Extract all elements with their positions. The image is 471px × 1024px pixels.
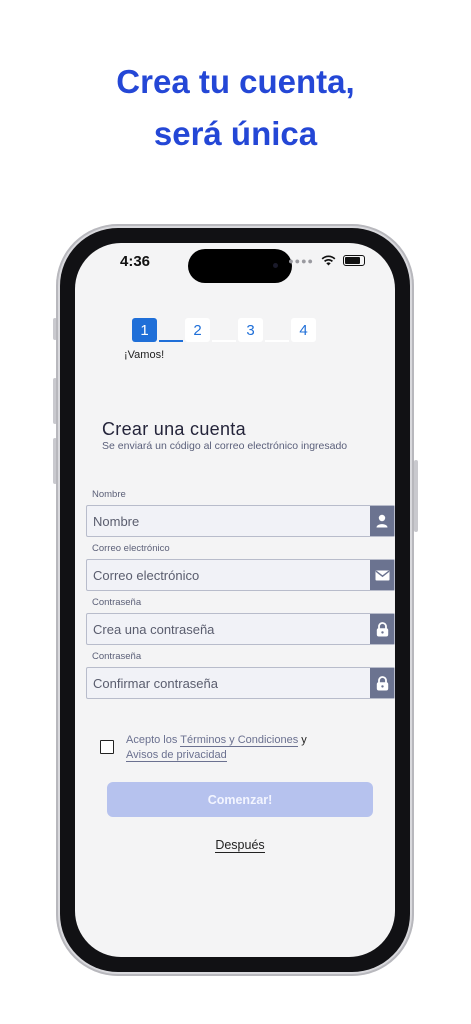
email-label: Correo electrónico	[92, 543, 170, 554]
stepper: 1 2 3 4	[132, 318, 316, 342]
step-3: 3	[238, 318, 263, 342]
password-field	[86, 613, 395, 645]
step-connector-2	[212, 326, 236, 342]
camera-dot	[273, 263, 278, 268]
terms-text: Acepto los Términos y Condiciones y Avis…	[126, 733, 307, 763]
name-field	[86, 505, 395, 537]
form-title: Crear una cuenta	[102, 419, 246, 439]
phone-frame: 4:36 ●●●● 1 2 3 4 ¡Vamos! Crear una cuen…	[56, 224, 414, 976]
lock-icon	[370, 614, 394, 644]
terms-link[interactable]: Términos y Condiciones	[180, 734, 299, 747]
headline-line-2: será única	[153, 115, 318, 152]
email-input[interactable]	[87, 560, 370, 590]
mail-icon	[370, 560, 394, 590]
password-input[interactable]	[87, 614, 370, 644]
confirm-password-label: Contraseña	[92, 651, 142, 662]
later-link[interactable]: Después	[215, 838, 265, 853]
name-label: Nombre	[92, 489, 126, 500]
name-input[interactable]	[87, 506, 370, 536]
terms-prefix: Acepto los	[126, 734, 178, 746]
step-connector-1	[159, 326, 183, 342]
step-4: 4	[291, 318, 316, 342]
status-time: 4:36	[120, 253, 151, 270]
later-row: Después	[75, 838, 395, 853]
lock-icon	[370, 668, 394, 698]
start-button[interactable]: Comenzar!	[107, 782, 373, 817]
terms-checkbox[interactable]	[100, 740, 114, 754]
phone-bezel: 4:36 ●●●● 1 2 3 4 ¡Vamos! Crear una cuen…	[60, 228, 410, 972]
phone-power-button	[414, 460, 418, 532]
email-field	[86, 559, 395, 591]
status-icons: ●●●●	[288, 255, 365, 266]
terms-connector: y	[301, 734, 307, 746]
cellular-icon: ●●●●	[288, 255, 314, 266]
wifi-icon	[321, 255, 336, 266]
phone-screen: 4:36 ●●●● 1 2 3 4 ¡Vamos! Crear una cuen…	[75, 243, 395, 957]
headline: Crea tu cuenta, será única	[0, 56, 471, 160]
confirm-password-input[interactable]	[87, 668, 370, 698]
step-caption: ¡Vamos!	[124, 349, 165, 361]
battery-icon	[343, 255, 365, 266]
step-2: 2	[185, 318, 210, 342]
password-label: Contraseña	[92, 597, 142, 608]
step-1: 1	[132, 318, 157, 342]
headline-line-1: Crea tu cuenta,	[116, 63, 355, 100]
confirm-password-field	[86, 667, 395, 699]
privacy-link[interactable]: Avisos de privacidad	[126, 749, 227, 762]
user-icon	[370, 506, 394, 536]
form-subtitle: Se enviará un código al correo electróni…	[102, 440, 348, 452]
step-connector-3	[265, 326, 289, 342]
dynamic-island	[188, 249, 292, 283]
